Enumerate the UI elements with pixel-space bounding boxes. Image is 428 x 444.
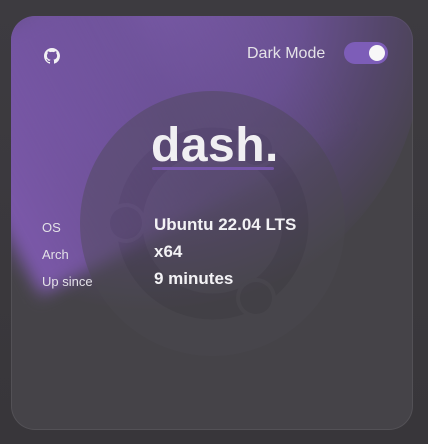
system-info-row-uptime: Up since 9 minutes (42, 268, 342, 292)
page: Dark Mode dash. OS Ubuntu 22.04 LTS Arch… (0, 0, 428, 444)
dark-mode-toggle-knob (369, 45, 385, 61)
system-info-value: x64 (154, 242, 183, 261)
system-info-label: Up since (42, 274, 93, 289)
system-info-row-arch: Arch x64 (42, 241, 342, 265)
system-info-label: OS (42, 220, 61, 235)
topbar: Dark Mode (11, 16, 413, 88)
dashboard-card: Dark Mode dash. OS Ubuntu 22.04 LTS Arch… (11, 16, 413, 430)
title-underline (152, 167, 274, 170)
system-info-value: 9 minutes (154, 269, 234, 288)
dark-mode-label: Dark Mode (247, 45, 326, 62)
github-icon[interactable] (44, 48, 60, 64)
system-info-value: Ubuntu 22.04 LTS (154, 215, 297, 234)
dark-mode-toggle[interactable] (344, 42, 388, 64)
system-info-list: OS Ubuntu 22.04 LTS Arch x64 Up since 9 … (42, 214, 342, 304)
system-info-label: Arch (42, 247, 69, 262)
system-info-row-os: OS Ubuntu 22.04 LTS (42, 214, 342, 238)
